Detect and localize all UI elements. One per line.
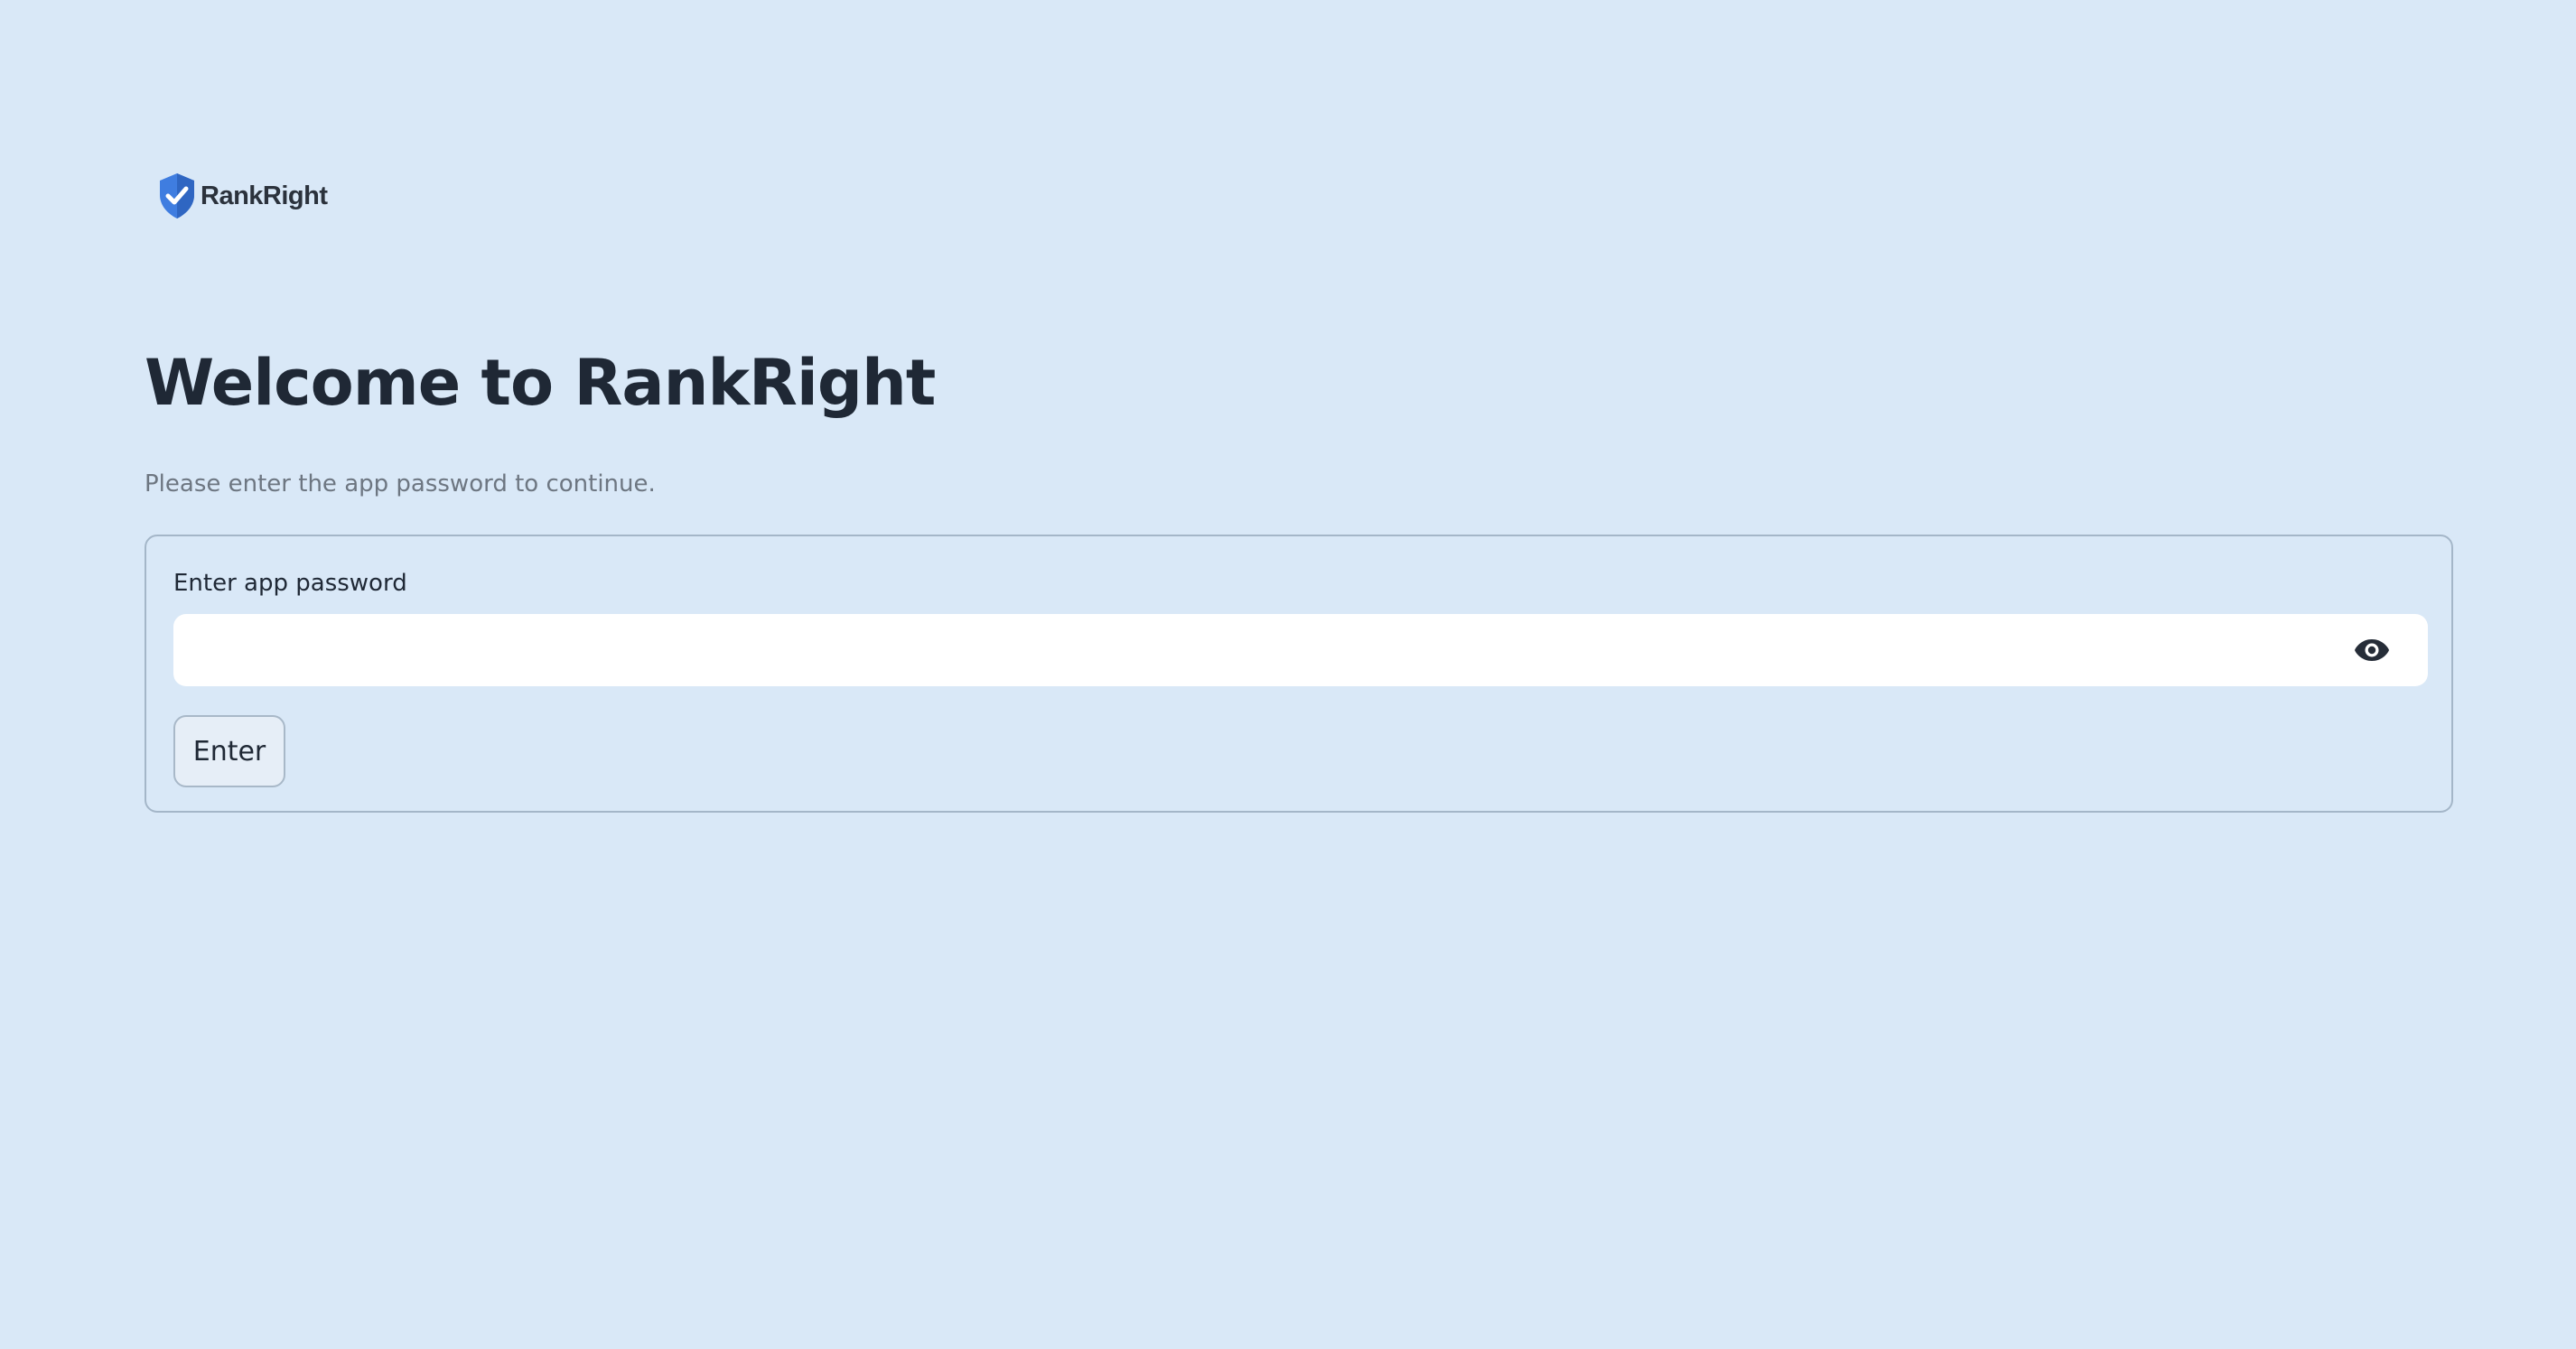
- enter-button[interactable]: Enter: [173, 715, 285, 787]
- eye-icon: [2355, 639, 2389, 661]
- brand-name: RankRight: [201, 181, 328, 210]
- password-form: Enter app password Enter: [145, 535, 2453, 813]
- page-subtitle: Please enter the app password to continu…: [145, 470, 656, 498]
- login-page: RankRight Welcome to RankRight Please en…: [0, 0, 2576, 1349]
- password-label: Enter app password: [173, 570, 407, 597]
- show-password-toggle[interactable]: [2352, 632, 2392, 668]
- shield-check-icon: [160, 173, 194, 219]
- password-input-wrapper: [173, 614, 2428, 686]
- page-title: Welcome to RankRight: [145, 346, 936, 420]
- password-input[interactable]: [173, 614, 2341, 686]
- brand-logo: RankRight: [157, 172, 328, 220]
